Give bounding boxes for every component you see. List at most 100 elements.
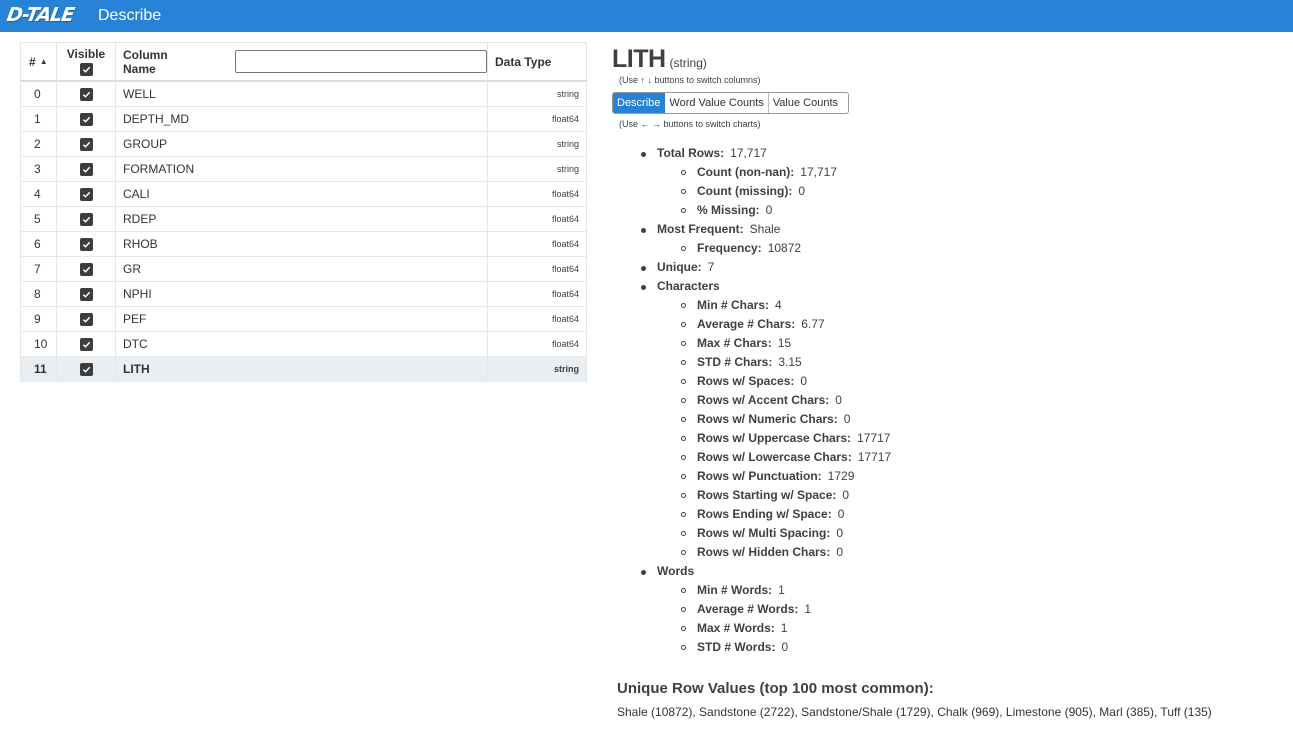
column-row-group[interactable]: 2 GROUP string: [20, 132, 587, 157]
stat-total-rows: Total Rows: 17,717 Count (non-nan): 17,717 C…: [639, 144, 1282, 220]
substat-min-words: Min # Words: 1: [679, 581, 1282, 600]
column-type: float64: [551, 264, 579, 274]
visible-header-label: Visible: [66, 47, 106, 61]
column-name-cell: WELL: [115, 82, 487, 106]
visible-checkbox[interactable]: [79, 262, 93, 276]
visible-checkbox[interactable]: [79, 112, 93, 126]
column-row-formation[interactable]: 3 FORMATION string: [20, 157, 587, 182]
stat-most-frequent: Most Frequent: Shale Frequency: 10872: [639, 220, 1282, 258]
visible-checkbox[interactable]: [79, 162, 93, 176]
column-title-line: LITH (string): [612, 45, 1282, 74]
substat-label: Rows w/ Spaces:: [697, 374, 795, 388]
checkmark-icon: [82, 316, 90, 323]
stat-words: Words Min # Words: 1 Average # Words: 1 Max #…: [639, 562, 1282, 657]
checkmark-icon: [82, 216, 90, 223]
visible-checkbox[interactable]: [79, 137, 93, 151]
substat-value: 17,717: [800, 165, 837, 179]
dtale-logo[interactable]: D-TALE: [5, 4, 89, 27]
column-details-panel: LITH (string) (Use ↑ ↓ buttons to switch…: [612, 45, 1282, 657]
column-type-cell: string: [487, 132, 587, 156]
column-type: string: [556, 89, 579, 99]
substat-label: Min # Chars:: [697, 298, 770, 312]
column-name-cell: DEPTH_MD: [115, 107, 487, 131]
substat-missing: % Missing: 0: [679, 201, 1282, 220]
tab-describe[interactable]: Describe: [613, 93, 666, 113]
substat-label: Average # Chars:: [697, 317, 796, 331]
visible-cell: [56, 82, 115, 106]
visible-checkbox[interactable]: [79, 362, 93, 376]
substat-value: 1: [804, 602, 812, 616]
data-type-header-label: Data Type: [495, 54, 552, 69]
column-index-value: 0: [34, 87, 41, 101]
column-row-rhob[interactable]: 6 RHOB float64: [20, 232, 587, 257]
column-row-cali[interactable]: 4 CALI float64: [20, 182, 587, 207]
column-type-cell: float64: [487, 332, 587, 356]
column-row-nphi[interactable]: 8 NPHI float64: [20, 282, 587, 307]
column-row-rdep[interactable]: 5 RDEP float64: [20, 207, 587, 232]
column-type-cell: float64: [487, 282, 587, 306]
visible-checkbox[interactable]: [79, 237, 93, 251]
visible-checkbox[interactable]: [79, 337, 93, 351]
column-name-filter-input[interactable]: [235, 50, 487, 73]
column-type-cell: float64: [487, 207, 587, 231]
column-type: string: [556, 139, 579, 149]
substat-label: Rows Ending w/ Space:: [697, 507, 832, 521]
substat-value: 0: [836, 526, 844, 540]
substat-max-chars: Max # Chars: 15: [679, 334, 1282, 353]
substat-label: Rows w/ Uppercase Chars:: [697, 431, 852, 445]
tab-value-counts[interactable]: Value Counts: [768, 93, 843, 113]
substat-value: 17717: [857, 431, 891, 445]
stats-list: Total Rows: 17,717 Count (non-nan): 17,717 C…: [639, 144, 1282, 657]
column-type-cell: float64: [487, 257, 587, 281]
column-row-gr[interactable]: 7 GR float64: [20, 257, 587, 282]
column-row-depth-md[interactable]: 1 DEPTH_MD float64: [20, 107, 587, 132]
visible-column-header: Visible: [56, 43, 115, 80]
stat-label: Words: [657, 564, 695, 578]
visible-checkbox[interactable]: [79, 87, 93, 101]
stat-label: Unique:: [657, 260, 702, 274]
substat-rows-starting-w-space: Rows Starting w/ Space: 0: [679, 486, 1282, 505]
index-column-header[interactable]: # ▲: [20, 43, 56, 80]
column-index-value: 10: [34, 337, 48, 351]
stat-sublist: Min # Chars: 4 Average # Chars: 6.77 Max # C…: [679, 296, 1282, 562]
column-type-cell: float64: [487, 232, 587, 256]
switch-charts-hint: (Use ← → buttons to switch charts): [619, 119, 761, 129]
column-name-header-label: Column Name: [123, 47, 168, 76]
column-name: PEF: [123, 312, 147, 326]
column-row-lith[interactable]: 11 LITH string: [20, 357, 587, 382]
visible-checkbox[interactable]: [79, 212, 93, 226]
columns-table-header: # ▲ Visible Column Name Data Type: [20, 42, 587, 82]
data-type-header: Data Type: [487, 43, 587, 80]
visible-checkbox[interactable]: [79, 187, 93, 201]
column-index-value: 2: [34, 137, 41, 151]
substat-rows-w-punctuation: Rows w/ Punctuation: 1729: [679, 467, 1282, 486]
column-name-header: Column Name: [115, 43, 487, 80]
substat-std-words: STD # Words: 0: [679, 638, 1282, 657]
visible-checkbox[interactable]: [79, 312, 93, 326]
visible-checkbox[interactable]: [79, 287, 93, 301]
substat-value: 0: [781, 640, 789, 654]
substat-value: 3.15: [778, 355, 802, 369]
column-index: 10: [20, 332, 56, 356]
stat-label: Characters: [657, 279, 720, 293]
substat-count-missing: Count (missing): 0: [679, 182, 1282, 201]
checkmark-icon: [82, 141, 90, 148]
column-index: 9: [20, 307, 56, 331]
column-type: string: [553, 364, 579, 374]
column-row-well[interactable]: 0 WELL string: [20, 82, 587, 107]
column-row-dtc[interactable]: 10 DTC float64: [20, 332, 587, 357]
column-name: RHOB: [123, 237, 158, 251]
tab-word-value-counts[interactable]: Word Value Counts: [665, 93, 769, 113]
column-index: 2: [20, 132, 56, 156]
column-type: float64: [551, 189, 579, 199]
column-type: float64: [551, 314, 579, 324]
column-row-pef[interactable]: 9 PEF float64: [20, 307, 587, 332]
substat-value: 1: [780, 621, 788, 635]
substat-frequency: Frequency: 10872: [679, 239, 1282, 258]
column-name-cell: PEF: [115, 307, 487, 331]
column-index-value: 5: [34, 212, 41, 226]
column-name-cell: RDEP: [115, 207, 487, 231]
select-all-visible-checkbox[interactable]: [79, 63, 93, 76]
unique-values-text: Shale (10872), Sandstone (2722), Sandsto…: [617, 705, 1212, 719]
substat-label: Rows w/ Accent Chars:: [697, 393, 830, 407]
